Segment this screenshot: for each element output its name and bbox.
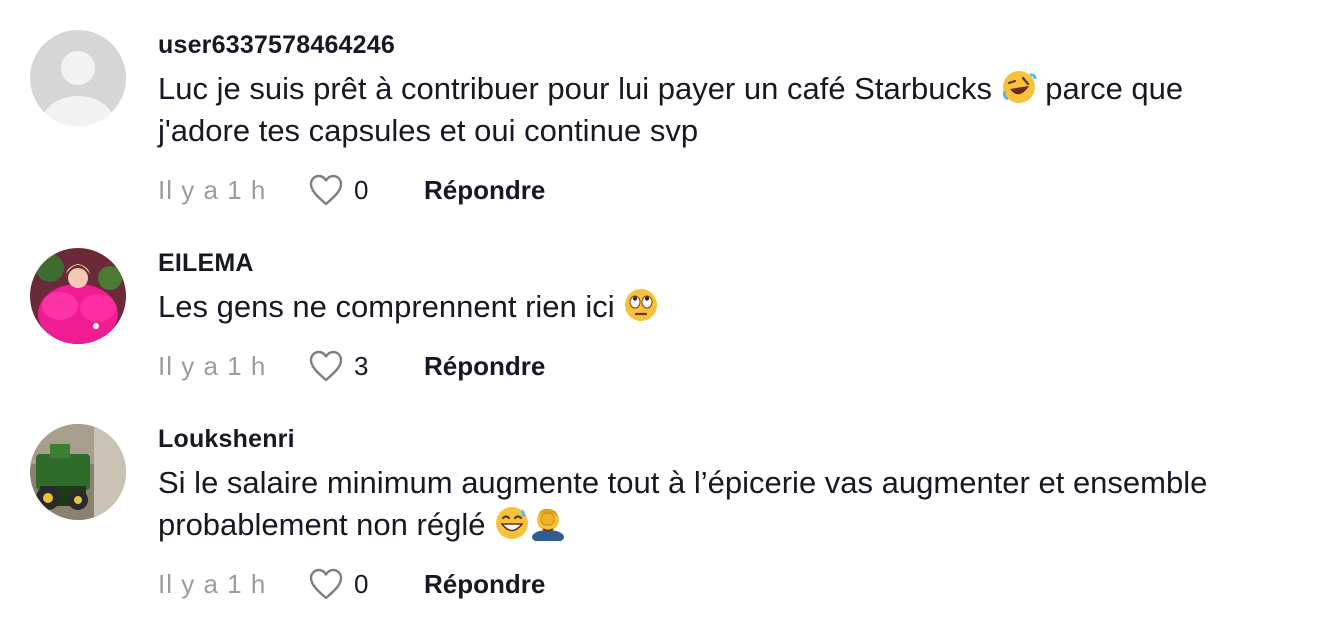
comment-text-line: probablement non réglé: [158, 507, 486, 542]
comment-text-line: Si le salaire minimum augmente tout à l’…: [158, 465, 1208, 500]
heart-icon[interactable]: [308, 349, 344, 383]
comment-text-line: Les gens ne comprennent rien ici: [158, 289, 615, 324]
like-count: 3: [354, 350, 369, 381]
default-avatar-icon: [30, 30, 126, 126]
rolling-on-floor-laughing-icon: [1001, 69, 1037, 105]
user-photo-icon: [30, 424, 126, 520]
comment-meta: Il y a 1 h 3 Répondre: [158, 346, 545, 386]
reply-button[interactable]: Répondre: [424, 351, 545, 382]
like-button[interactable]: 0: [308, 567, 424, 601]
like-button[interactable]: 3: [308, 349, 424, 383]
comment-text-line: Luc je suis prêt à contribuer pour lui p…: [158, 71, 993, 106]
like-count: 0: [354, 174, 369, 205]
heart-icon[interactable]: [308, 173, 344, 207]
comment-meta: Il y a 1 h 0 Répondre: [158, 170, 545, 210]
comment-username[interactable]: Loukshenri: [158, 424, 1298, 454]
avatar[interactable]: [30, 248, 126, 344]
comment-text-line: parce que: [1045, 71, 1184, 106]
like-count: 0: [354, 568, 369, 599]
comment-text-line: j'adore tes capsules et oui continue svp: [158, 113, 699, 148]
person-facepalming-icon: [530, 505, 566, 544]
comment-text: Si le salaire minimum augmente tout à l’…: [158, 462, 1298, 546]
comment-meta: Il y a 1 h 0 Répondre: [158, 564, 545, 604]
comment-timestamp: Il y a 1 h: [158, 568, 267, 599]
comment-username[interactable]: EILEMA: [158, 248, 1298, 278]
heart-icon[interactable]: [308, 567, 344, 601]
reply-button[interactable]: Répondre: [424, 569, 545, 600]
face-with-rolling-eyes-icon: [623, 287, 659, 323]
like-button[interactable]: 0: [308, 173, 424, 207]
avatar[interactable]: [30, 424, 126, 520]
comment-text: Luc je suis prêt à contribuer pour lui p…: [158, 68, 1298, 152]
reply-button[interactable]: Répondre: [424, 175, 545, 206]
comment-text: Les gens ne comprennent rien ici: [158, 286, 1298, 328]
user-photo-icon: [30, 248, 126, 344]
grinning-face-with-sweat-icon: [494, 505, 530, 541]
avatar[interactable]: [30, 30, 126, 126]
comment-body: Loukshenri Si le salaire minimum augment…: [158, 424, 1298, 546]
comment-timestamp: Il y a 1 h: [158, 350, 267, 381]
comment-body: EILEMA Les gens ne comprennent rien ici: [158, 248, 1298, 328]
comment-username[interactable]: user6337578464246: [158, 30, 1298, 60]
comment-body: user6337578464246 Luc je suis prêt à con…: [158, 30, 1298, 152]
comment-timestamp: Il y a 1 h: [158, 174, 267, 205]
